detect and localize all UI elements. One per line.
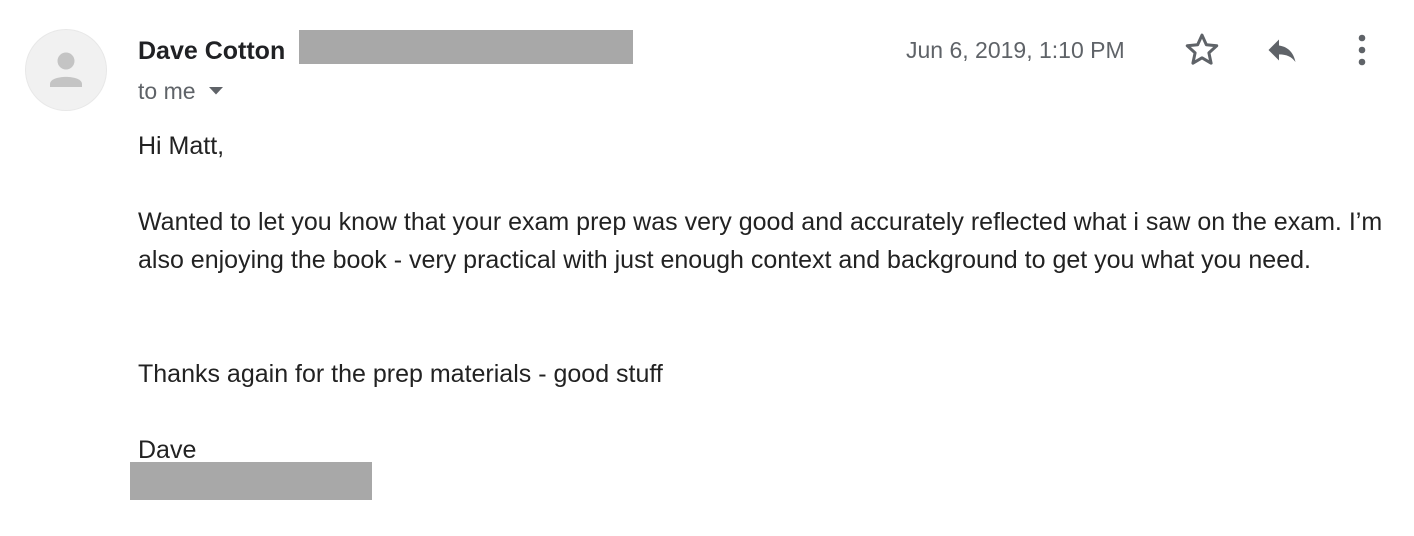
recipient-details-toggle[interactable]: to me: [138, 78, 224, 104]
sender-name: Dave Cotton: [138, 37, 286, 65]
redacted-sender-email: [299, 30, 633, 64]
message-timestamp: Jun 6, 2019, 1:10 PM: [906, 37, 1125, 63]
sender-avatar[interactable]: [26, 30, 106, 110]
more-vertical-icon: [1358, 34, 1366, 66]
reply-button[interactable]: [1260, 28, 1304, 72]
star-outline-icon: [1185, 33, 1219, 65]
reply-icon: [1268, 39, 1296, 62]
recipient-label: to me: [138, 78, 196, 104]
message-paragraph: Wanted to let you know that your exam pr…: [138, 208, 1383, 274]
person-icon: [50, 52, 82, 87]
message-thanks-line: Thanks again for the prep materials - go…: [138, 360, 663, 388]
redacted-signature: [130, 462, 372, 500]
message-greeting: Hi Matt,: [138, 132, 225, 160]
star-button[interactable]: [1180, 28, 1224, 72]
more-options-button[interactable]: [1340, 28, 1384, 72]
caret-down-icon[interactable]: [208, 86, 224, 96]
